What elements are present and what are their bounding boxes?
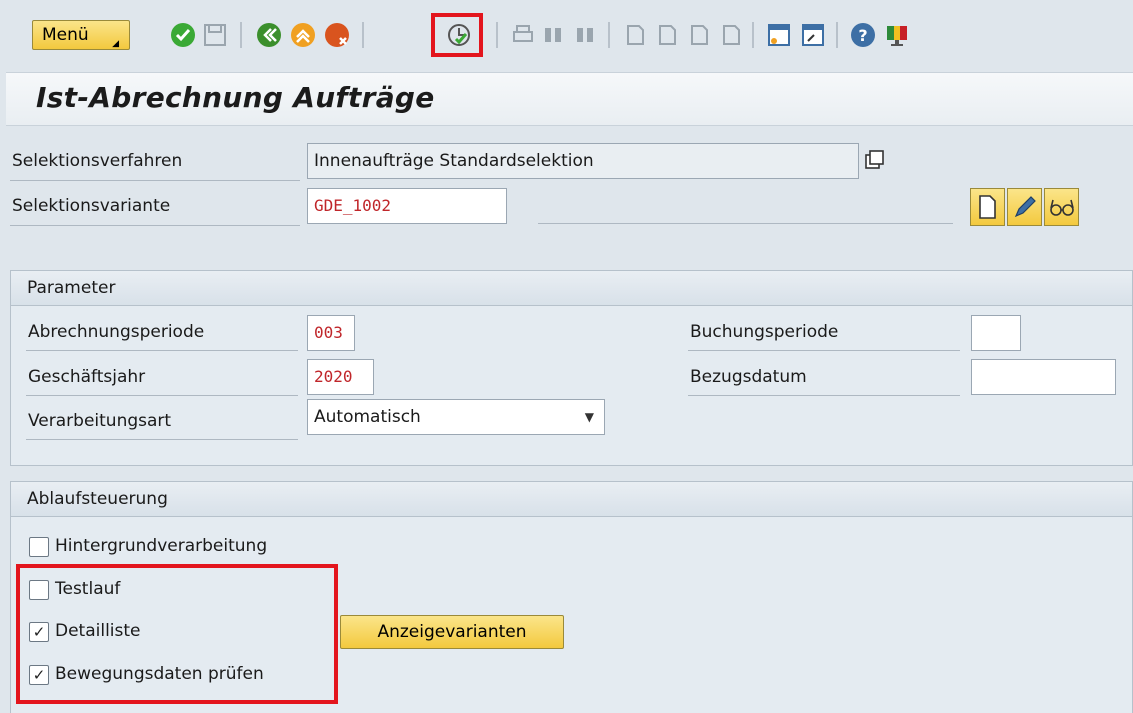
help-icon[interactable]: ? <box>848 20 878 50</box>
dropdown-arrow-icon: ▼ <box>584 410 594 424</box>
fiscal-year-input[interactable]: 2020 <box>307 359 374 395</box>
toolbar-separator <box>608 22 610 48</box>
background-processing-label: Hintergrundverarbeitung <box>55 536 268 556</box>
settlement-period-input[interactable]: 003 <box>307 315 355 351</box>
pencil-icon <box>1014 196 1036 218</box>
next-page-icon[interactable] <box>684 20 714 50</box>
processing-type-select[interactable]: Automatisch ▼ <box>307 399 605 435</box>
label-underline <box>688 350 960 351</box>
processing-type-label: Verarbeitungsart <box>28 411 172 431</box>
processing-type-value: Automatisch <box>314 407 421 427</box>
reference-date-input[interactable] <box>971 359 1116 395</box>
toolbar-separator <box>752 22 754 48</box>
display-variants-button[interactable]: Anzeigevarianten <box>340 615 564 649</box>
print-icon[interactable] <box>508 20 538 50</box>
selection-variant-label: Selektionsvariante <box>12 196 171 216</box>
new-document-icon <box>979 195 996 219</box>
exit-icon[interactable] <box>288 20 318 50</box>
toolbar-separator <box>362 22 364 48</box>
copy-icon[interactable] <box>863 148 887 172</box>
first-page-icon[interactable] <box>620 20 650 50</box>
selection-method-field: Innenaufträge Standardselektion <box>307 143 859 179</box>
variant-description-line <box>538 223 953 224</box>
menu-dropdown-icon: ◢ <box>112 39 119 49</box>
last-page-icon[interactable] <box>716 20 746 50</box>
shortcut-icon[interactable] <box>798 20 828 50</box>
posting-period-label: Buchungsperiode <box>690 322 839 342</box>
customize-layout-icon[interactable] <box>882 20 912 50</box>
settlement-period-label: Abrechnungsperiode <box>28 322 205 342</box>
checkbox-highlight <box>16 564 338 704</box>
selection-method-label: Selektionsverfahren <box>12 151 183 171</box>
selection-variant-input[interactable]: GDE_1002 <box>307 188 507 224</box>
back-icon[interactable] <box>254 20 284 50</box>
display-variant-button[interactable] <box>1044 188 1079 226</box>
label-underline <box>26 439 298 440</box>
label-underline <box>10 225 300 226</box>
create-variant-button[interactable] <box>970 188 1005 226</box>
check-icon[interactable] <box>168 20 198 50</box>
processing-control-header: Ablaufsteuerung <box>11 482 1132 517</box>
toolbar-separator <box>496 22 498 48</box>
menu-button[interactable]: Menü ◢ <box>32 20 130 50</box>
find-next-icon[interactable] <box>570 20 600 50</box>
posting-period-input[interactable] <box>971 315 1021 351</box>
cancel-icon[interactable] <box>322 20 352 50</box>
create-session-icon[interactable] <box>764 20 794 50</box>
parameter-section: Parameter <box>10 270 1133 466</box>
find-icon[interactable] <box>538 20 568 50</box>
execute-highlight <box>431 13 483 57</box>
toolbar-separator <box>240 22 242 48</box>
application-toolbar: Menü ◢ ? <box>0 0 1133 68</box>
menu-label: Menü <box>42 25 89 45</box>
page-title: Ist-Abrechnung Aufträge <box>36 81 435 114</box>
title-bar: Ist-Abrechnung Aufträge <box>6 72 1133 126</box>
glasses-icon <box>1050 199 1074 216</box>
fiscal-year-label: Geschäftsjahr <box>28 367 146 387</box>
svg-text:?: ? <box>858 26 867 45</box>
save-icon[interactable] <box>200 20 230 50</box>
reference-date-label: Bezugsdatum <box>690 367 807 387</box>
change-variant-button[interactable] <box>1007 188 1042 226</box>
label-underline <box>26 395 298 396</box>
toolbar-separator <box>836 22 838 48</box>
label-underline <box>688 395 960 396</box>
label-underline <box>26 350 298 351</box>
label-underline <box>10 180 300 181</box>
previous-page-icon[interactable] <box>652 20 682 50</box>
background-processing-checkbox[interactable] <box>29 537 49 557</box>
parameter-header: Parameter <box>11 271 1132 306</box>
